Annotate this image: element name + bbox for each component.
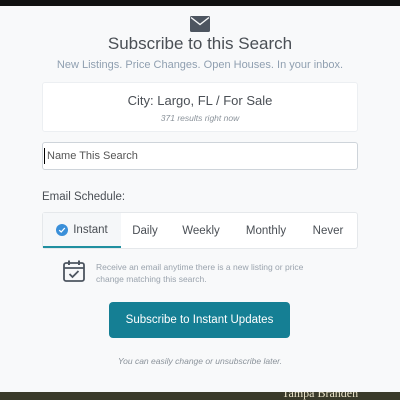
search-name-input[interactable] [42, 142, 358, 170]
subscribe-button[interactable]: Subscribe to Instant Updates [109, 302, 290, 338]
modal-subtitle: New Listings. Price Changes. Open Houses… [56, 59, 344, 71]
schedule-description: Receive an email anytime there is a new … [96, 262, 304, 284]
tab-monthly-label: Monthly [245, 224, 287, 237]
page-backdrop-bottom: Tampa Branden [0, 392, 400, 400]
email-schedule-tabs: Instant Daily Weekly Monthly Never [42, 212, 358, 249]
envelope-icon [190, 16, 210, 32]
tab-daily[interactable]: Daily [121, 213, 169, 248]
tab-daily-label: Daily [132, 224, 158, 237]
calendar-check-icon [63, 260, 85, 282]
tab-never-label: Never [312, 224, 344, 237]
result-count: 371 results right now [160, 113, 240, 123]
modal-title: Subscribe to this Search [107, 34, 293, 53]
tab-instant[interactable]: Instant [43, 213, 121, 248]
tab-monthly[interactable]: Monthly [233, 213, 299, 248]
search-name: City: Largo, FL / For Sale [127, 93, 273, 108]
search-summary-card: City: Largo, FL / For Sale 371 results r… [42, 82, 358, 132]
email-schedule-label: Email Schedule: [42, 191, 126, 203]
tab-instant-label: Instant [73, 223, 108, 236]
text-cursor [44, 148, 45, 164]
tab-weekly[interactable]: Weekly [169, 213, 233, 248]
subscribe-modal: Subscribe to this Search New Listings. P… [0, 6, 400, 392]
check-circle-icon [56, 223, 69, 236]
unsubscribe-note: You can easily change or unsubscribe lat… [117, 356, 283, 366]
tab-weekly-label: Weekly [182, 224, 220, 237]
tab-never[interactable]: Never [299, 213, 357, 248]
background-page-text: Tampa Branden [282, 392, 359, 400]
